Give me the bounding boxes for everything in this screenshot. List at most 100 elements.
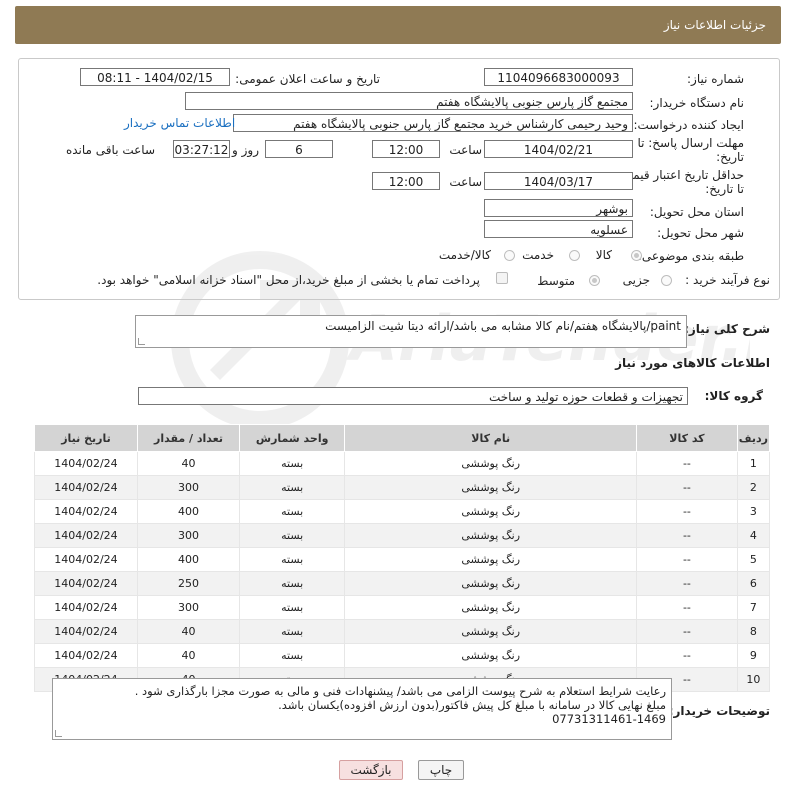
col-header-unit: واحد شمارش xyxy=(239,424,346,452)
process-option-minor: جزیی xyxy=(622,273,650,287)
cell-row: 4 xyxy=(736,523,771,548)
category-label: طبقه بندی موضوعی: xyxy=(637,249,744,263)
deadline-time-field[interactable]: 12:00 xyxy=(372,140,440,158)
table-row: 2 -- رنگ پوششی بسته 300 1404/02/24 xyxy=(34,475,771,500)
cell-unit: بسته xyxy=(239,523,346,548)
cell-code: -- xyxy=(636,475,738,500)
buyer-notes-field[interactable]: رعایت شرایط استعلام به شرح پیوست الزامی … xyxy=(52,678,672,740)
cell-name: رنگ پوششی xyxy=(344,475,638,500)
table-row: 3 -- رنگ پوششی بسته 400 1404/02/24 xyxy=(34,499,771,524)
buyer-org-label: نام دستگاه خریدار: xyxy=(649,96,745,110)
process-option-medium: متوسط xyxy=(537,274,575,288)
category-option-goods: کالا xyxy=(595,248,612,262)
description-text: paint/پالایشگاه هفتم/نام کالا مشابه می ب… xyxy=(325,319,681,333)
col-header-code: کد کالا xyxy=(636,424,738,452)
page-header: جزئیات اطلاعات نیاز xyxy=(15,6,781,44)
cell-date: 1404/02/24 xyxy=(34,451,138,476)
cell-code: -- xyxy=(636,523,738,548)
deadline-date-field[interactable]: 1404/02/21 xyxy=(484,140,633,158)
table-row: 6 -- رنگ پوششی بسته 250 1404/02/24 xyxy=(34,571,771,596)
cell-unit: بسته xyxy=(239,547,346,572)
validity-time-field[interactable]: 12:00 xyxy=(372,172,440,190)
cell-row: 2 xyxy=(736,475,771,500)
remaining-label: ساعت باقی مانده xyxy=(65,143,155,157)
cell-qty: 400 xyxy=(136,499,241,524)
days-label: روز و xyxy=(232,143,259,157)
cell-row: 3 xyxy=(736,499,771,524)
cell-qty: 250 xyxy=(136,571,241,596)
cell-unit: بسته xyxy=(239,619,346,644)
cell-name: رنگ پوششی xyxy=(344,595,638,620)
table-row: 5 -- رنگ پوششی بسته 400 1404/02/24 xyxy=(34,547,771,572)
goods-section-title: اطلاعات کالاهای مورد نیاز xyxy=(615,356,770,370)
table-row: 7 -- رنگ پوششی بسته 300 1404/02/24 xyxy=(34,595,771,620)
table-row: 4 -- رنگ پوششی بسته 300 1404/02/24 xyxy=(34,523,771,548)
announce-label: تاریخ و ساعت اعلان عمومی: xyxy=(235,72,380,86)
requester-label: ایجاد کننده درخواست: xyxy=(633,118,744,132)
cell-code: -- xyxy=(636,499,738,524)
need-number-field[interactable]: 1104096683000093 xyxy=(484,68,633,86)
cell-name: رنگ پوششی xyxy=(344,499,638,524)
cell-name: رنگ پوششی xyxy=(344,451,638,476)
buyer-org-field[interactable]: مجتمع گاز پارس جنوبی پالایشگاه هفتم xyxy=(185,92,633,110)
process-radio-minor[interactable] xyxy=(661,275,672,286)
table-row: 1 -- رنگ پوششی بسته 40 1404/02/24 xyxy=(34,451,771,476)
cell-row: 1 xyxy=(736,451,771,476)
validity-label-1: حداقل تاریخ اعتبار قیمت: xyxy=(617,168,744,182)
cell-date: 1404/02/24 xyxy=(34,643,138,668)
resize-handle[interactable] xyxy=(138,338,145,345)
deadline-label-2: تاریخ: xyxy=(716,150,744,164)
page-title: جزئیات اطلاعات نیاز xyxy=(663,18,766,32)
description-field[interactable]: paint/پالایشگاه هفتم/نام کالا مشابه می ب… xyxy=(135,315,687,348)
treasury-checkbox[interactable] xyxy=(496,272,508,284)
cell-name: رنگ پوششی xyxy=(344,619,638,644)
cell-unit: بسته xyxy=(239,475,346,500)
col-header-date: تاریخ نیاز xyxy=(34,424,138,452)
province-label: استان محل تحویل: xyxy=(649,205,744,219)
col-header-qty: تعداد / مقدار xyxy=(136,424,241,452)
cell-qty: 40 xyxy=(136,619,241,644)
buyer-notes-label: توضیحات خریدار: xyxy=(668,704,770,718)
cell-code: -- xyxy=(636,547,738,572)
announce-field[interactable]: 1404/02/15 - 08:11 xyxy=(80,68,230,86)
table-row: 8 -- رنگ پوششی بسته 40 1404/02/24 xyxy=(34,619,771,644)
cell-qty: 300 xyxy=(136,475,241,500)
cell-qty: 40 xyxy=(136,643,241,668)
remaining-time-field[interactable]: 03:27:12 xyxy=(173,140,230,158)
table-header-row: ردیف کد کالا نام کالا واحد شمارش تعداد /… xyxy=(34,424,771,452)
requester-field[interactable]: وحید رحیمی کارشناس خرید مجتمع گاز پارس ج… xyxy=(233,114,633,132)
print-button[interactable]: چاپ xyxy=(418,760,464,780)
validity-label-2: تا تاریخ: xyxy=(705,182,744,196)
process-radio-medium[interactable] xyxy=(589,275,600,286)
process-label: نوع فرآیند خرید : xyxy=(685,273,770,287)
cell-row: 7 xyxy=(736,595,771,620)
back-button[interactable]: بازگشت xyxy=(339,760,403,780)
goods-group-field[interactable]: تجهیزات و قطعات حوزه تولید و ساخت xyxy=(138,387,688,405)
buyer-notes-line-1: رعایت شرایط استعلام به شرح پیوست الزامی … xyxy=(134,684,666,698)
category-radio-goods[interactable] xyxy=(631,250,642,261)
cell-qty: 40 xyxy=(136,451,241,476)
cell-date: 1404/02/24 xyxy=(34,547,138,572)
need-number-label: شماره نیاز: xyxy=(687,72,744,86)
cell-date: 1404/02/24 xyxy=(34,595,138,620)
validity-date-field[interactable]: 1404/03/17 xyxy=(484,172,633,190)
category-option-service: خدمت xyxy=(522,248,554,262)
col-header-row: ردیف xyxy=(736,424,771,452)
cell-unit: بسته xyxy=(239,451,346,476)
cell-name: رنگ پوششی xyxy=(344,547,638,572)
validity-time-label: ساعت xyxy=(449,175,482,189)
city-field[interactable]: عسلویه xyxy=(484,220,633,238)
days-field[interactable]: 6 xyxy=(265,140,333,158)
category-radio-service[interactable] xyxy=(569,250,580,261)
cell-name: رنگ پوششی xyxy=(344,643,638,668)
cell-unit: بسته xyxy=(239,643,346,668)
province-field[interactable]: بوشهر xyxy=(484,199,633,217)
cell-date: 1404/02/24 xyxy=(34,523,138,548)
contact-buyer-link[interactable]: اطلاعات تماس خریدار xyxy=(124,116,235,130)
table-row: 9 -- رنگ پوششی بسته 40 1404/02/24 xyxy=(34,643,771,668)
category-radio-both[interactable] xyxy=(504,250,515,261)
cell-name: رنگ پوششی xyxy=(344,523,638,548)
category-option-both: کالا/خدمت xyxy=(438,248,491,262)
goods-group-label: گروه کالا: xyxy=(704,389,763,403)
resize-handle[interactable] xyxy=(55,730,62,737)
